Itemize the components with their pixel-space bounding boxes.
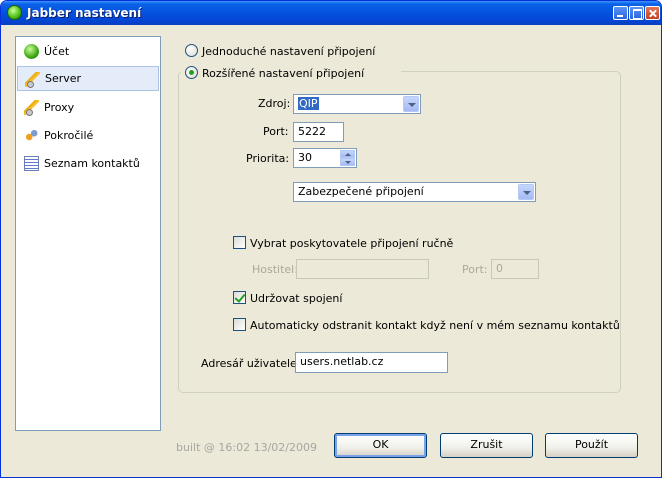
security-value: Zabezpečené připojení — [298, 185, 424, 198]
priority-value: 30 — [298, 151, 312, 164]
jabber-app-icon — [7, 5, 22, 20]
user-directory-label: Adresář uživatele: — [201, 357, 301, 370]
build-info: built @ 16:02 13/02/2009 — [176, 441, 317, 454]
sidebar-item-proxy[interactable]: Proxy — [17, 95, 159, 120]
priority-label: Priorita: — [246, 152, 290, 165]
user-directory-input[interactable]: users.netlab.cz — [295, 352, 448, 373]
manual-provider-label[interactable]: Vybrat poskytovatele připojení ručně — [250, 237, 453, 250]
host-label: Hostitel: — [252, 263, 298, 276]
sidebar-item-label: Účet — [44, 45, 70, 58]
keepalive-checkbox[interactable] — [233, 291, 246, 304]
simple-connection-radio[interactable] — [185, 44, 198, 57]
sidebar-item-advanced[interactable]: Pokročilé — [17, 123, 159, 148]
advanced-connection-radio[interactable] — [185, 66, 198, 79]
source-value: QIP — [298, 97, 319, 110]
sidebar-item-account[interactable]: Účet — [17, 39, 159, 64]
source-label: Zdroj: — [258, 97, 291, 110]
keepalive-label[interactable]: Udržovat spojení — [250, 292, 342, 305]
host-port-input[interactable]: 0 — [491, 259, 539, 279]
sidebar-item-server[interactable]: Server — [17, 66, 159, 91]
chevron-down-icon[interactable] — [518, 184, 534, 200]
source-combo[interactable]: QIP — [293, 94, 421, 114]
spin-up-icon[interactable] — [340, 150, 355, 158]
cancel-button[interactable]: Zrušit — [440, 433, 533, 458]
sidebar-item-label: Server — [45, 72, 82, 85]
auto-remove-checkbox[interactable] — [233, 318, 246, 331]
simple-connection-label[interactable]: Jednoduché nastavení připojení — [202, 45, 375, 58]
title-bar[interactable]: Jabber nastavení — [1, 1, 661, 25]
plug-icon — [24, 100, 39, 116]
port-label: Port: — [263, 125, 289, 138]
apply-button[interactable]: Použít — [545, 433, 638, 458]
priority-stepper[interactable]: 30 — [293, 148, 357, 168]
chevron-down-icon[interactable] — [403, 96, 419, 112]
close-button[interactable] — [645, 6, 660, 20]
sidebar-item-label: Pokročilé — [44, 129, 94, 142]
host-input[interactable] — [296, 259, 429, 279]
settings-sidebar: Účet Server Proxy Pokročilé Seznam konta… — [15, 36, 161, 431]
plug-icon — [25, 72, 40, 88]
sidebar-item-label: Proxy — [44, 101, 75, 114]
manual-provider-checkbox[interactable] — [233, 236, 246, 249]
maximize-button[interactable] — [629, 6, 644, 20]
priority-spinner[interactable] — [340, 150, 355, 166]
sidebar-item-label: Seznam kontaktů — [44, 157, 140, 170]
host-port-label: Port: — [462, 263, 488, 276]
window-title: Jabber nastavení — [27, 6, 142, 20]
spin-down-icon[interactable] — [340, 158, 355, 166]
minimize-button[interactable] — [613, 6, 628, 20]
port-input[interactable]: 5222 — [293, 122, 344, 142]
list-icon — [24, 156, 39, 171]
sidebar-item-contact-list[interactable]: Seznam kontaktů — [17, 151, 159, 176]
advanced-settings-group — [178, 71, 621, 393]
account-icon — [24, 44, 39, 59]
auto-remove-label[interactable]: Automaticky odstranit kontakt když není … — [250, 319, 620, 332]
security-combo[interactable]: Zabezpečené připojení — [293, 182, 536, 202]
advanced-connection-label[interactable]: Rozšířené nastavení připojení — [202, 67, 364, 80]
ok-button[interactable]: OK — [334, 433, 427, 458]
settings-window: Jabber nastavení Účet Server Proxy Pokro… — [0, 0, 662, 478]
gears-icon — [24, 128, 39, 143]
